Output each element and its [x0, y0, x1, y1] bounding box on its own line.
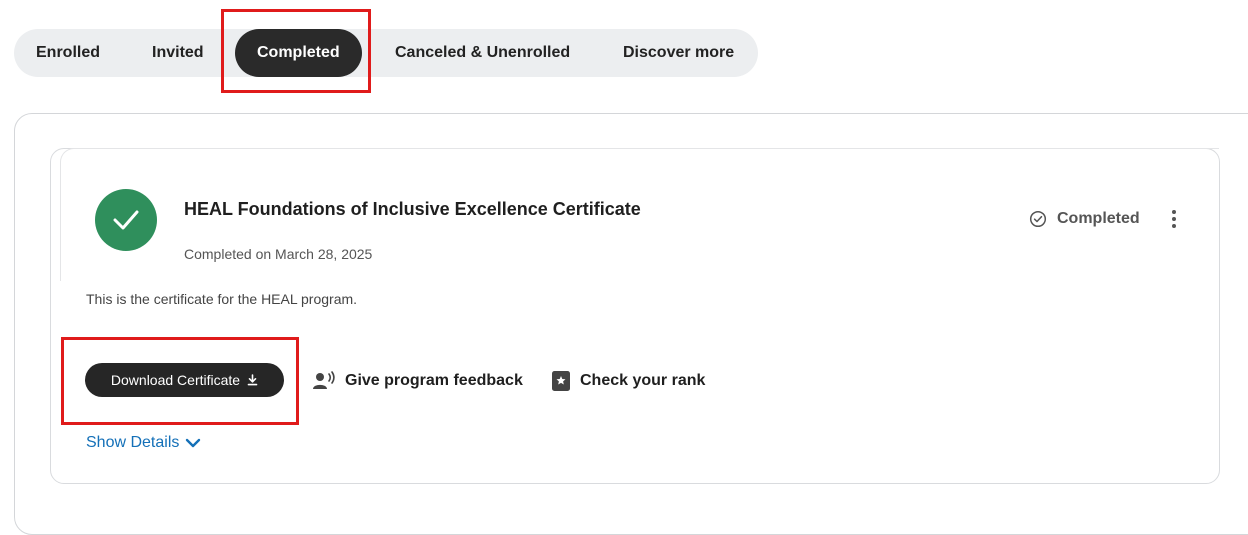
show-details-toggle[interactable]: Show Details: [86, 432, 201, 454]
bookmark-star-icon: [552, 371, 570, 391]
program-status-tabs: Enrolled Invited Completed Canceled & Un…: [14, 29, 758, 77]
check-icon: [113, 210, 139, 230]
program-title: HEAL Foundations of Inclusive Excellence…: [184, 199, 641, 219]
completion-date: Completed on March 28, 2025: [184, 246, 373, 262]
download-certificate-button[interactable]: Download Certificate: [85, 363, 284, 397]
check-circle-outline-icon: [1029, 210, 1047, 228]
chevron-down-icon: [186, 438, 201, 448]
tab-invited[interactable]: Invited: [152, 29, 204, 77]
check-rank-label: Check your rank: [580, 372, 706, 389]
status-badge: Completed: [1029, 209, 1140, 229]
completed-badge: [95, 189, 157, 251]
speaking-person-icon: [313, 371, 335, 389]
tab-completed[interactable]: Completed: [235, 29, 362, 77]
give-feedback-label: Give program feedback: [345, 372, 523, 389]
kebab-menu-icon[interactable]: [1164, 206, 1184, 232]
check-rank-link[interactable]: Check your rank: [551, 370, 705, 392]
show-details-label: Show Details: [86, 434, 180, 451]
download-icon: [247, 374, 258, 386]
tab-canceled-unenrolled[interactable]: Canceled & Unenrolled: [395, 29, 570, 77]
give-feedback-link[interactable]: Give program feedback: [312, 370, 523, 392]
status-label: Completed: [1057, 210, 1140, 227]
download-certificate-label: Download Certificate: [110, 372, 241, 388]
program-description: This is the certificate for the HEAL pro…: [86, 291, 358, 307]
tab-enrolled[interactable]: Enrolled: [36, 29, 100, 77]
tab-discover-more[interactable]: Discover more: [623, 29, 734, 77]
